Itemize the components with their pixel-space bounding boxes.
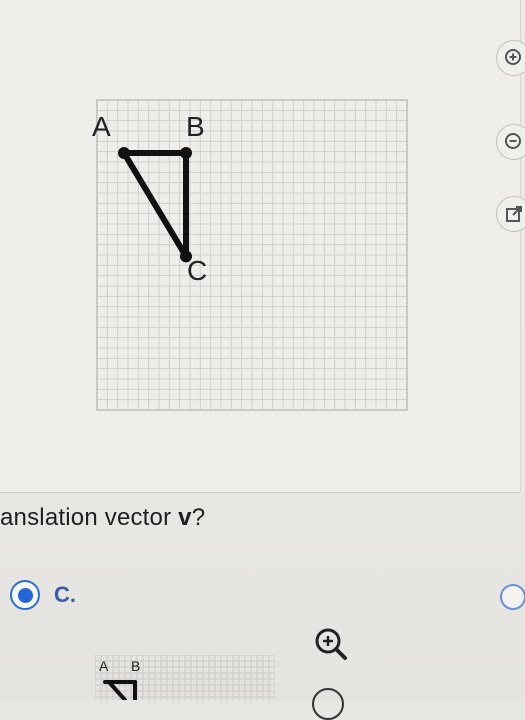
zoom-out-icon — [505, 133, 521, 149]
zoom-in-icon — [505, 49, 521, 65]
thumbnail-zoom-out-button[interactable] — [312, 688, 344, 720]
question-text: anslation vector v? — [0, 504, 205, 532]
thumbnail-graph[interactable]: A B — [95, 655, 275, 700]
radio-button-unselected[interactable] — [500, 584, 525, 610]
segment-ca — [121, 150, 189, 260]
label-b: B — [186, 111, 205, 142]
question-prefix: anslation vector — [0, 504, 179, 531]
thumb-label-b: B — [131, 658, 140, 674]
thumbnail-grid-lines — [95, 655, 275, 700]
option-label: C. — [54, 582, 76, 607]
magnifier-plus-icon — [315, 628, 347, 660]
answer-panel: A B C anslation vector v? C. A B — [0, 0, 525, 720]
vertex-a — [118, 147, 130, 159]
grid-lines — [96, 99, 408, 411]
thumbnail-zoom-button[interactable] — [312, 626, 352, 671]
thumb-label-a: A — [99, 658, 109, 674]
zoom-out-button[interactable] — [496, 124, 525, 160]
question-suffix: ? — [191, 504, 206, 531]
radio-button-selected[interactable] — [10, 580, 40, 610]
zoom-in-button[interactable] — [496, 40, 525, 76]
answer-option-c[interactable]: C. — [10, 580, 76, 610]
vertex-b — [180, 147, 192, 159]
label-c: C — [187, 255, 207, 286]
radio-dot — [17, 587, 33, 603]
coordinate-grid: A B C — [92, 99, 408, 411]
vector-symbol: v — [178, 504, 192, 531]
external-link-icon — [506, 206, 522, 222]
open-new-window-button[interactable] — [496, 196, 525, 232]
figure-area: A B C — [0, 0, 521, 493]
label-a: A — [92, 111, 111, 142]
